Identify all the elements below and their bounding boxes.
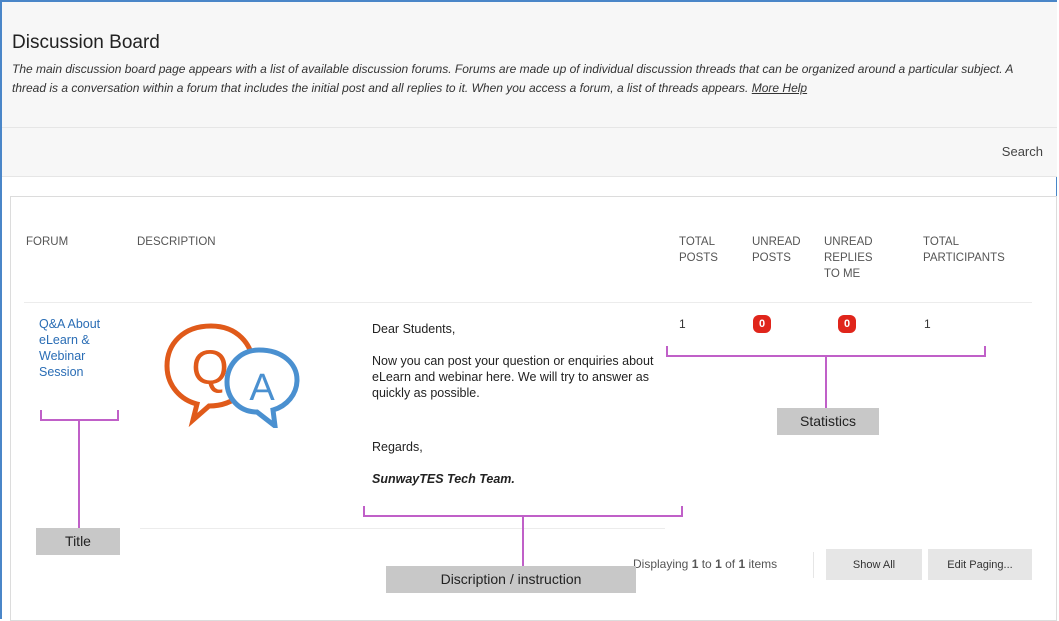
annotation-description: Discription / instruction [386, 566, 636, 593]
annotation-lines [40, 346, 986, 566]
statistics-bracket [666, 346, 986, 357]
title-bracket [40, 410, 119, 421]
annotation-statistics: Statistics [777, 408, 879, 435]
description-bracket [363, 506, 683, 517]
annotation-title: Title [36, 528, 120, 555]
